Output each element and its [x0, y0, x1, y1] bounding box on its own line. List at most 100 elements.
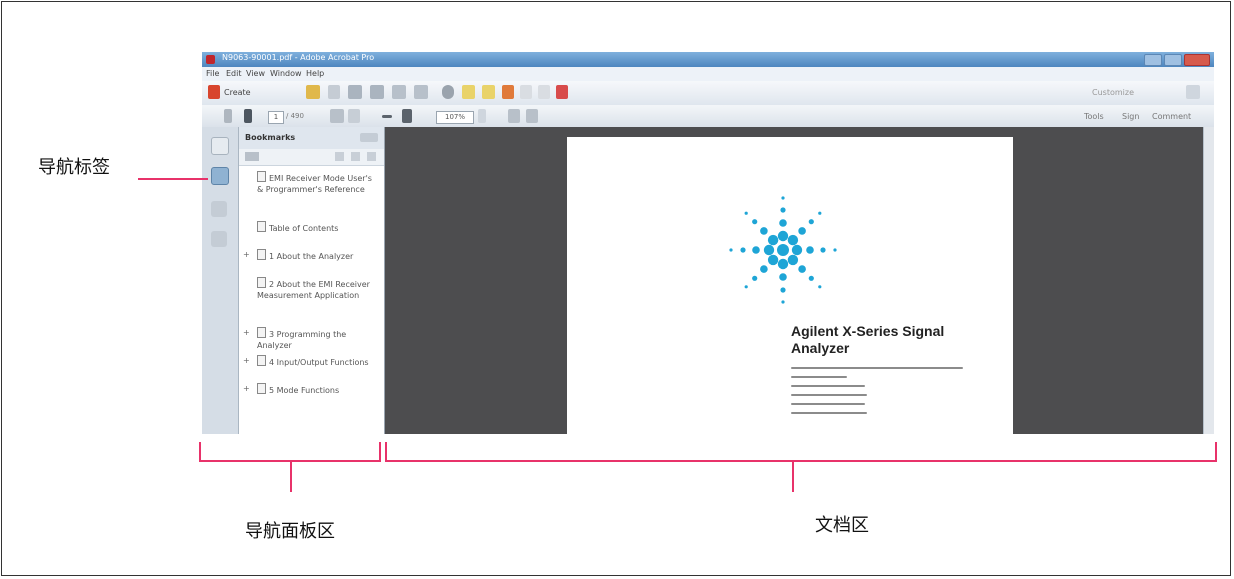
logo-dot: [767, 234, 779, 246]
zoom-out-icon[interactable]: [382, 115, 392, 118]
signatures-icon[interactable]: [211, 231, 227, 247]
bookmark-item[interactable]: +5 Mode Functions: [243, 383, 375, 396]
doc-text-line: [791, 367, 963, 369]
new-bookmark-icon[interactable]: [351, 152, 360, 161]
print-icon[interactable]: [348, 85, 362, 99]
menu-help[interactable]: Help: [306, 69, 324, 78]
menu-window[interactable]: Window: [270, 69, 302, 78]
menu-file[interactable]: File: [206, 69, 219, 78]
bookmark-item[interactable]: 2 About the EMI Receiver Measurement App…: [257, 277, 375, 301]
bookmarks-panel: Bookmarks EMI Receiver Mode User's & Pro…: [239, 127, 385, 434]
comment-icon[interactable]: [462, 85, 475, 99]
select-tool-icon[interactable]: [330, 109, 344, 123]
share-icon[interactable]: [414, 85, 428, 99]
fit-page-icon[interactable]: [526, 109, 538, 123]
save-icon[interactable]: [328, 85, 340, 99]
panel-options-icon[interactable]: [360, 133, 378, 142]
tab-sign[interactable]: Sign: [1122, 112, 1139, 121]
bookmark-item[interactable]: +3 Programming the Analyzer: [243, 327, 375, 351]
open-folder-icon[interactable]: [306, 85, 320, 99]
doc-text-line: [791, 376, 847, 378]
expand-toggle-icon[interactable]: +: [243, 355, 250, 366]
page-thumbnails-icon[interactable]: [211, 137, 229, 155]
menu-edit[interactable]: Edit: [226, 69, 242, 78]
panel-menu-icon[interactable]: [245, 152, 259, 161]
zoom-in-icon[interactable]: [402, 109, 412, 123]
bookmark-item[interactable]: EMI Receiver Mode User's & Programmer's …: [257, 171, 375, 195]
agilent-logo-icon: [729, 196, 837, 304]
customize-button[interactable]: Customize: [1092, 88, 1134, 97]
delete-bookmark-icon[interactable]: [367, 152, 376, 161]
vertical-scrollbar[interactable]: [1203, 127, 1214, 434]
logo-dot: [791, 244, 803, 256]
logo-dot: [781, 196, 785, 200]
panel-toolbar: [239, 149, 384, 166]
doc-area-stem: [792, 462, 794, 492]
window-titlebar: N9063-90001.pdf - Adobe Acrobat Pro: [202, 52, 1214, 67]
bookmark-page-icon: [257, 355, 266, 366]
page-number-input[interactable]: 1: [268, 111, 284, 124]
nav-panel-label: 导航面板区: [245, 521, 335, 542]
close-button[interactable]: [1184, 54, 1210, 66]
create-button[interactable]: Create: [224, 88, 251, 97]
expand-toggle-icon[interactable]: +: [243, 249, 250, 260]
hand-tool-icon[interactable]: [348, 109, 360, 123]
logo-dot: [818, 285, 822, 289]
logo-dot: [760, 265, 768, 273]
bookmark-item[interactable]: +1 About the Analyzer: [243, 249, 375, 262]
tab-comment[interactable]: Comment: [1152, 112, 1191, 121]
mail-icon[interactable]: [370, 85, 384, 99]
bookmarks-icon[interactable]: [211, 167, 229, 185]
bookmark-item[interactable]: Table of Contents: [257, 221, 375, 234]
doc-text-line: [791, 412, 867, 414]
bookmark-page-icon: [257, 249, 266, 260]
navigation-toolbar: 1 / 490 107% Tools Sign Comment: [202, 105, 1214, 128]
zoom-input[interactable]: 107%: [436, 111, 474, 124]
previous-page-icon[interactable]: [224, 109, 232, 123]
logo-dot: [779, 273, 787, 281]
bookmark-page-icon: [257, 277, 266, 288]
bookmark-page-icon: [257, 383, 266, 394]
logo-dot: [729, 248, 733, 252]
expand-toggle-icon[interactable]: +: [243, 327, 250, 338]
page-icon[interactable]: [392, 85, 406, 99]
combine-icon[interactable]: [538, 85, 550, 99]
navigation-tabs-strip: [202, 127, 239, 434]
logo-dot: [740, 247, 746, 253]
logo-dot: [752, 246, 760, 254]
nav-tabs-pointer-line: [138, 178, 208, 180]
logo-dot: [781, 300, 785, 304]
next-page-icon[interactable]: [244, 109, 252, 123]
zoom-dropdown-icon[interactable]: [478, 109, 486, 123]
minimize-button[interactable]: [1144, 54, 1162, 66]
menu-view[interactable]: View: [246, 69, 265, 78]
bookmark-label: 1 About the Analyzer: [269, 252, 354, 261]
pdf-icon[interactable]: [556, 85, 568, 99]
logo-dot: [777, 230, 789, 242]
expand-bookmark-icon[interactable]: [335, 152, 344, 161]
bookmark-item[interactable]: +4 Input/Output Functions: [243, 355, 375, 368]
expand-icon[interactable]: [1186, 85, 1200, 99]
stamp-icon[interactable]: [502, 85, 514, 99]
expand-toggle-icon[interactable]: +: [243, 383, 250, 394]
logo-dot: [787, 254, 799, 266]
maximize-button[interactable]: [1164, 54, 1182, 66]
document-icon[interactable]: [520, 85, 532, 99]
logo-dot: [808, 275, 814, 281]
bookmark-label: 2 About the EMI Receiver Measurement App…: [257, 280, 370, 300]
logo-dot: [808, 219, 814, 225]
logo-dot: [744, 211, 748, 215]
settings-icon[interactable]: [442, 85, 454, 99]
doc-area-bracket: [385, 442, 1217, 462]
tab-tools[interactable]: Tools: [1084, 112, 1104, 121]
logo-dot: [779, 219, 787, 227]
panel-header: Bookmarks: [239, 127, 384, 150]
attachments-icon[interactable]: [211, 201, 227, 217]
document-area: Agilent X-Series Signal Analyzer: [385, 127, 1214, 434]
bookmark-page-icon: [257, 221, 266, 232]
highlight-icon[interactable]: [482, 85, 495, 99]
logo-dot: [798, 227, 806, 235]
fit-width-icon[interactable]: [508, 109, 520, 123]
create-icon: [208, 85, 220, 99]
logo-dot: [780, 287, 786, 293]
